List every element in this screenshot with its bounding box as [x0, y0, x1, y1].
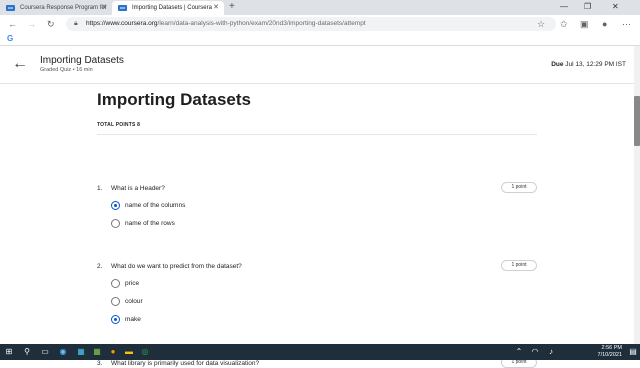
tab-label: Coursera Response Program for — [20, 5, 107, 11]
page: ← Importing Datasets Graded Quiz • 16 mi… — [0, 46, 640, 368]
taskbar-clock[interactable]: 2:56 PM 7/10/2021 — [598, 345, 622, 359]
total-points: TOTAL POINTS 8 — [97, 122, 141, 128]
task-view-icon[interactable]: ▭ — [40, 347, 50, 357]
radio-unchecked-icon[interactable] — [111, 279, 120, 288]
clock-time: 2:56 PM — [601, 345, 622, 351]
firefox-icon[interactable]: ● — [108, 347, 118, 357]
search-icon[interactable]: ⚲ — [22, 347, 32, 357]
windows-start-icon[interactable]: ⊞ — [4, 347, 14, 357]
close-tab-icon[interactable]: ✕ — [213, 1, 219, 15]
points-badge: 1 point — [501, 182, 537, 193]
coursera-favicon-icon: co — [6, 5, 15, 11]
radio-checked-icon[interactable] — [111, 201, 120, 210]
taskbar: ⊞ ⚲ ▭ ◉ ▦ ▦ ● ▬ ◎ ⌃ ◠ ♪ 2:56 PM 7/10/202… — [0, 344, 640, 360]
question-number: 1. — [97, 185, 103, 192]
question-text: What do we want to predict from the data… — [111, 263, 242, 270]
page-title: Importing Datasets — [97, 90, 251, 109]
tab-label: Importing Datasets | Coursera — [132, 5, 212, 11]
question-text: What is a Header? — [111, 185, 165, 192]
volume-icon[interactable]: ♪ — [546, 347, 556, 357]
page-scrollbar[interactable] — [634, 46, 640, 344]
option-label: make — [125, 316, 141, 323]
more-icon[interactable]: ⋯ — [622, 18, 631, 30]
google-bookmark-icon[interactable]: G — [7, 34, 13, 43]
due-date: Due Jul 13, 12:29 PM IST — [551, 61, 626, 68]
option-label: colour — [125, 298, 143, 305]
file-explorer-icon[interactable]: ▬ — [124, 347, 134, 357]
notifications-icon[interactable]: ▤ — [628, 347, 638, 357]
option-label: name of the columns — [125, 202, 186, 209]
scrollbar-thumb[interactable] — [634, 96, 640, 146]
app-icon[interactable]: ▦ — [76, 347, 86, 357]
forward-icon[interactable]: → — [27, 18, 36, 30]
back-icon[interactable]: ← — [8, 18, 17, 30]
option-label: price — [125, 280, 140, 287]
radio-unchecked-icon[interactable] — [111, 297, 120, 306]
favorites-icon[interactable]: ✩ — [560, 18, 568, 30]
radio-unchecked-icon[interactable] — [111, 219, 120, 228]
bookmarks-bar: G — [0, 33, 640, 46]
quiz-header: ← Importing Datasets Graded Quiz • 16 mi… — [0, 46, 640, 84]
clock-date: 7/10/2021 — [597, 352, 622, 358]
due-date-value: Jul 13, 12:29 PM IST — [565, 61, 626, 68]
system-tray-icon[interactable]: ⌃ — [514, 347, 524, 357]
close-window-icon[interactable]: ✕ — [612, 0, 619, 14]
quiz-subtitle: Graded Quiz • 16 min — [40, 67, 93, 73]
tab-bar: co Coursera Response Program for ✕ co Im… — [0, 0, 640, 15]
back-arrow-icon[interactable]: ← — [12, 55, 28, 73]
question-number: 3. — [97, 360, 103, 367]
tab-coursera-response[interactable]: co Coursera Response Program for ✕ — [0, 1, 112, 15]
radio-checked-icon[interactable] — [111, 315, 120, 324]
close-tab-icon[interactable]: ✕ — [101, 1, 107, 15]
edge-icon[interactable]: ◉ — [58, 347, 68, 357]
url-input[interactable]: 🔒︎ https://www.coursera.org/learn/data-a… — [66, 17, 556, 31]
tab-importing-datasets[interactable]: co Importing Datasets | Coursera ✕ — [112, 1, 224, 15]
minimize-icon[interactable]: — — [560, 0, 568, 14]
new-tab-icon[interactable]: + — [229, 0, 235, 14]
question-text: What library is primarily used for data … — [111, 360, 260, 367]
profile-icon[interactable]: ● — [602, 18, 607, 30]
refresh-icon[interactable]: ↻ — [47, 18, 55, 30]
app-icon[interactable]: ▦ — [92, 347, 102, 357]
divider — [97, 134, 537, 135]
quiz-title: Importing Datasets — [40, 55, 124, 66]
points-badge: 1 point — [501, 260, 537, 271]
due-label: Due — [551, 61, 564, 68]
maximize-icon[interactable]: ❐ — [584, 0, 591, 14]
chrome-icon[interactable]: ◎ — [140, 347, 150, 357]
url-host: https://www.coursera.org — [86, 20, 158, 27]
browser-chrome: co Coursera Response Program for ✕ co Im… — [0, 0, 640, 46]
url-path: /learn/data-analysis-with-python/exam/20… — [157, 20, 366, 27]
network-icon[interactable]: ◠ — [530, 347, 540, 357]
option-label: name of the rows — [125, 220, 175, 227]
quiz-content: Importing Datasets TOTAL POINTS 8 1. Wha… — [97, 86, 537, 368]
address-bar-row: ← → ↻ 🔒︎ https://www.coursera.org/learn/… — [0, 15, 640, 33]
star-icon[interactable]: ☆ — [537, 18, 545, 30]
collections-icon[interactable]: ▣ — [580, 18, 589, 30]
coursera-favicon-icon: co — [118, 5, 127, 11]
lock-icon: 🔒︎ — [74, 20, 78, 27]
question-number: 2. — [97, 263, 103, 270]
